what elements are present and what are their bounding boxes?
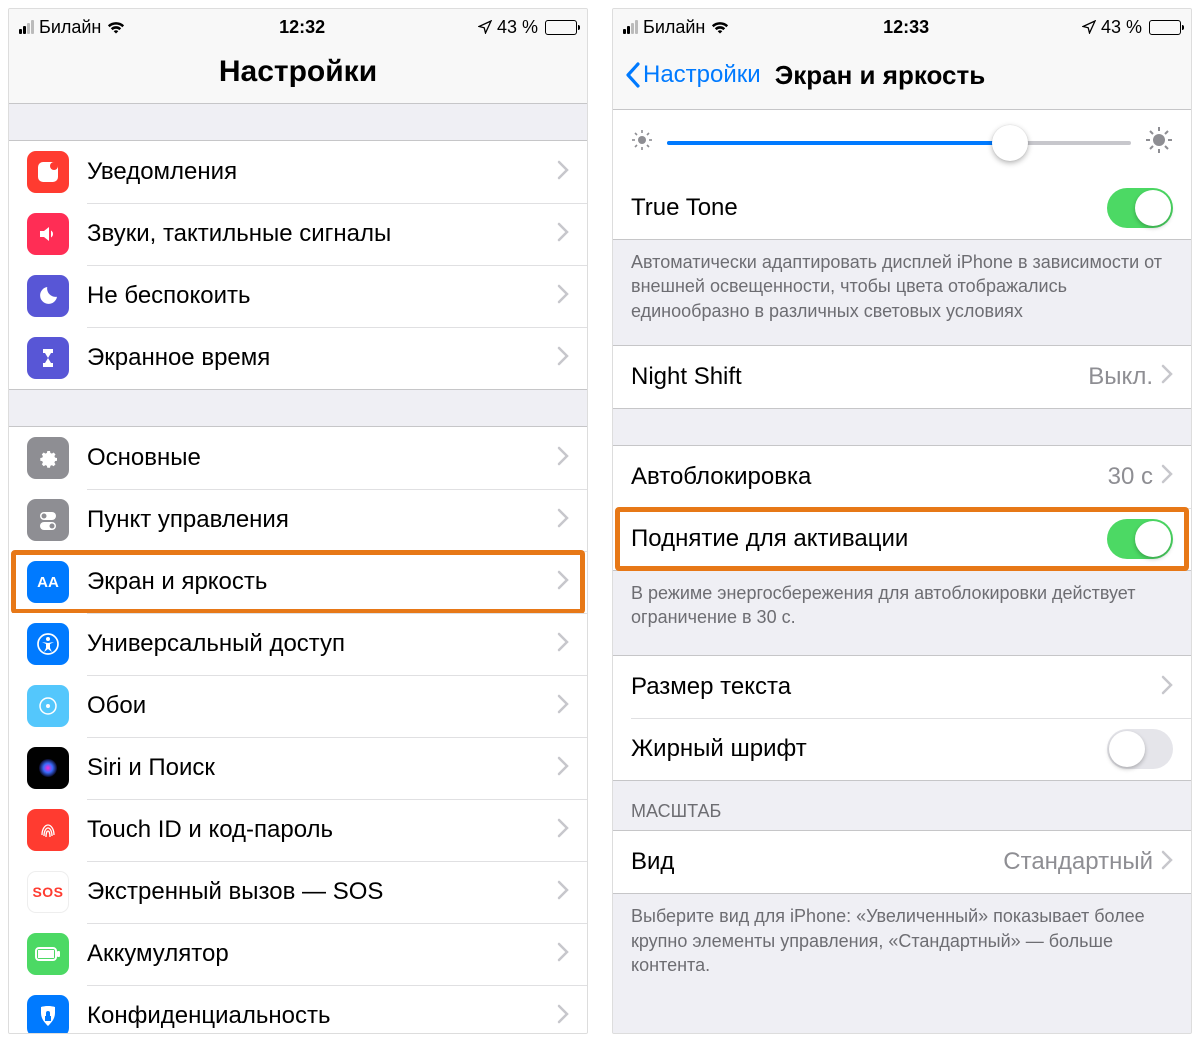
carrier-label: Билайн	[643, 17, 705, 38]
chevron-right-icon	[1161, 464, 1173, 489]
siri-icon	[27, 747, 69, 789]
brightness-slider-row	[613, 110, 1191, 177]
battery-icon	[545, 20, 577, 35]
back-button[interactable]: Настройки	[625, 61, 761, 89]
settings-root-screen: Билайн 12:32 43 % Настройки Уведомления	[8, 8, 588, 1034]
carrier-label: Билайн	[39, 17, 101, 38]
chevron-right-icon	[557, 446, 569, 471]
chevron-right-icon	[1161, 850, 1173, 875]
sun-large-icon	[1145, 126, 1173, 159]
accessibility-icon	[27, 623, 69, 665]
wallpaper-icon	[27, 685, 69, 727]
zoom-footer: Выберите вид для iPhone: «Увеличенный» п…	[613, 894, 1191, 981]
row-nightshift[interactable]: Night Shift Выкл.	[613, 346, 1191, 408]
statusbar-time: 12:32	[279, 17, 325, 38]
raise-to-wake-toggle[interactable]	[1107, 519, 1173, 559]
zoom-header: МАСШТАБ	[613, 781, 1191, 830]
brightness-slider[interactable]	[667, 128, 1131, 158]
signal-icon	[623, 20, 638, 34]
display-icon: AA	[27, 561, 69, 603]
row-sos[interactable]: SOS Экстренный вызов — SOS	[9, 861, 587, 923]
chevron-right-icon	[557, 818, 569, 843]
chevron-right-icon	[1161, 675, 1173, 700]
settings-list[interactable]: Уведомления Звуки, тактильные сигналы Не…	[9, 104, 587, 1033]
sun-small-icon	[631, 129, 653, 156]
row-accessibility[interactable]: Универсальный доступ	[9, 613, 587, 675]
chevron-right-icon	[557, 880, 569, 905]
row-autolock[interactable]: Автоблокировка 30 с	[613, 446, 1191, 508]
svg-text:AA: AA	[37, 574, 59, 591]
nav-header: Настройки Экран и яркость	[613, 45, 1191, 110]
status-bar: Билайн 12:32 43 %	[9, 9, 587, 45]
row-battery[interactable]: Аккумулятор	[9, 923, 587, 985]
chevron-right-icon	[557, 508, 569, 533]
wifi-icon	[710, 20, 730, 34]
chevron-right-icon	[557, 1004, 569, 1029]
row-truetone[interactable]: True Tone	[613, 177, 1191, 239]
nav-header: Настройки	[9, 45, 587, 104]
location-icon	[1082, 20, 1096, 34]
general-icon	[27, 437, 69, 479]
truetone-footer: Автоматически адаптировать дисплей iPhon…	[613, 240, 1191, 327]
privacy-icon	[27, 995, 69, 1033]
row-view[interactable]: Вид Стандартный	[613, 831, 1191, 893]
sos-icon: SOS	[27, 871, 69, 913]
chevron-right-icon	[557, 346, 569, 371]
bold-toggle[interactable]	[1107, 729, 1173, 769]
signal-icon	[19, 20, 34, 34]
chevron-right-icon	[557, 222, 569, 247]
row-textsize[interactable]: Размер текста	[613, 656, 1191, 718]
notifications-icon	[27, 151, 69, 193]
battery-pct: 43 %	[1101, 17, 1142, 38]
touchid-icon	[27, 809, 69, 851]
page-title: Экран и яркость	[775, 60, 985, 91]
row-wallpaper[interactable]: Обои	[9, 675, 587, 737]
chevron-right-icon	[557, 694, 569, 719]
page-title: Настройки	[21, 55, 575, 89]
control-center-icon	[27, 499, 69, 541]
row-general[interactable]: Основные	[9, 427, 587, 489]
chevron-right-icon	[557, 284, 569, 309]
display-settings-list[interactable]: True Tone Автоматически адаптировать дис…	[613, 110, 1191, 1033]
row-dnd[interactable]: Не беспокоить	[9, 265, 587, 327]
statusbar-time: 12:33	[883, 17, 929, 38]
chevron-right-icon	[557, 570, 569, 595]
row-notifications[interactable]: Уведомления	[9, 141, 587, 203]
battery-pct: 43 %	[497, 17, 538, 38]
row-touchid[interactable]: Touch ID и код-пароль	[9, 799, 587, 861]
row-siri[interactable]: Siri и Поиск	[9, 737, 587, 799]
location-icon	[478, 20, 492, 34]
row-controlcenter[interactable]: Пункт управления	[9, 489, 587, 551]
row-sounds[interactable]: Звуки, тактильные сигналы	[9, 203, 587, 265]
chevron-right-icon	[557, 756, 569, 781]
display-brightness-screen: Билайн 12:33 43 % Настройки Экран и ярко…	[612, 8, 1192, 1034]
row-privacy[interactable]: Конфиденциальность	[9, 985, 587, 1033]
wifi-icon	[106, 20, 126, 34]
sounds-icon	[27, 213, 69, 255]
row-display-brightness[interactable]: AA Экран и яркость	[9, 551, 587, 613]
screentime-icon	[27, 337, 69, 379]
battery-icon	[27, 933, 69, 975]
dnd-icon	[27, 275, 69, 317]
chevron-right-icon	[557, 942, 569, 967]
status-bar: Билайн 12:33 43 %	[613, 9, 1191, 45]
row-boldtext[interactable]: Жирный шрифт	[613, 718, 1191, 780]
row-raise-to-wake[interactable]: Поднятие для активации	[613, 508, 1191, 570]
chevron-right-icon	[557, 632, 569, 657]
truetone-toggle[interactable]	[1107, 188, 1173, 228]
battery-icon	[1149, 20, 1181, 35]
chevron-right-icon	[1161, 364, 1173, 389]
chevron-right-icon	[557, 160, 569, 185]
row-screentime[interactable]: Экранное время	[9, 327, 587, 389]
autolock-footer: В режиме энергосбережения для автоблокир…	[613, 571, 1191, 634]
